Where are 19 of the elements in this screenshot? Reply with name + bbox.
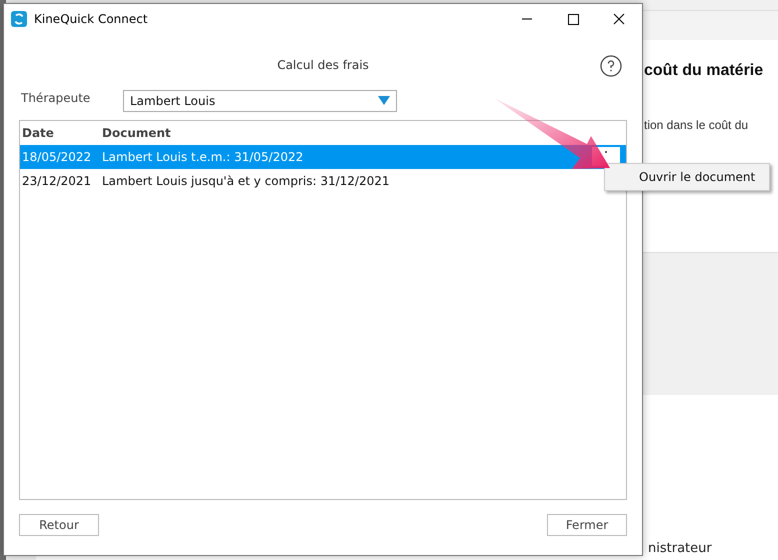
- table-cell: Lambert Louis jusqu'à et y compris: 31/12/2021: [102, 174, 390, 188]
- window-title: KineQuick Connect: [34, 12, 148, 26]
- help-icon[interactable]: [600, 55, 622, 77]
- menu-item[interactable]: Ouvrir le document: [639, 170, 756, 184]
- table-cell-text: 18/05/2022: [21, 150, 92, 164]
- column-header: Document: [102, 126, 171, 140]
- caret-icon: [378, 96, 390, 106]
- dialog-heading: Calcul des frais: [277, 58, 369, 72]
- therapist-label: Thérapeute: [21, 91, 92, 105]
- close-button[interactable]: Fermer: [547, 514, 627, 536]
- back-button[interactable]: Retour: [19, 514, 99, 536]
- background-text: nistrateur: [648, 541, 712, 556]
- background-text: tion dans le coût du: [644, 118, 748, 132]
- column-header: Date: [21, 126, 55, 140]
- background-heading: coût du matérie: [644, 62, 764, 80]
- app-logo-icon: [11, 11, 27, 27]
- table-cell: Lambert Louis t.e.m.: 31/05/2022: [102, 150, 304, 164]
- therapist-dropdown[interactable]: Lambert Louis: [123, 90, 397, 112]
- table-cell-text: 23/12/2021: [21, 174, 92, 188]
